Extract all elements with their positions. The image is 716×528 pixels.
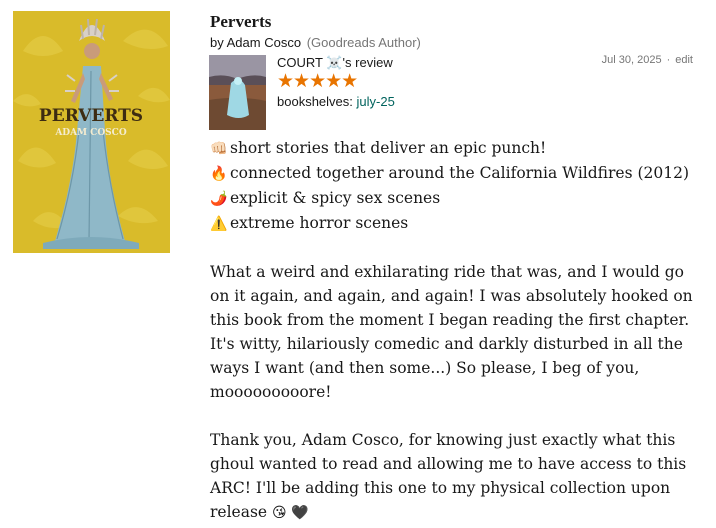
reviewer-name-link[interactable]: COURT ☠️'s review [277,55,393,71]
byline: by Adam Cosco (Goodreads Author) [210,35,421,50]
avatar-image [209,55,266,130]
review-meta: Jul 30, 2025 · edit [602,54,693,66]
author-badge: (Goodreads Author) [306,35,421,50]
highlight-text: explicit & spicy sex scenes [230,189,441,207]
edit-link[interactable]: edit [675,54,693,66]
highlight-text: short stories that deliver an epic punch… [230,139,547,157]
bookshelves-label: bookshelves: [277,94,353,109]
cover-author: ADAM COSCO [54,128,127,138]
highlight-text: connected together around the California… [230,164,690,182]
review-body: 👊🏻 short stories that deliver an epic pun… [210,136,702,525]
review-paragraph-1: What a weird and exhilarating ride that … [210,263,693,401]
book-cover[interactable]: PERVERTS ADAM COSCO [13,11,170,253]
highlight-item: ⚠️ extreme horror scenes [210,211,702,236]
warning-icon: ⚠️ [210,216,228,232]
book-title-link[interactable]: Perverts [210,12,271,32]
by-label: by [210,35,224,50]
author-link[interactable]: Adam Cosco [227,35,301,50]
chili-icon: 🌶️ [210,191,228,207]
highlight-item: 🔥 connected together around the Californi… [210,161,702,186]
review-date-link[interactable]: Jul 30, 2025 [602,54,662,66]
highlight-item: 👊🏻 short stories that deliver an epic pun… [210,136,702,161]
fist-icon: 👊🏻 [210,141,228,157]
cover-title: PERVERTS [39,106,143,126]
highlight-item: 🌶️ explicit & spicy sex scenes [210,186,702,211]
shelf-link-july-25[interactable]: july-25 [357,94,395,109]
fire-icon: 🔥 [210,166,228,182]
review-paragraph-2: Thank you, Adam Cosco, for knowing just … [210,428,702,525]
highlight-text: extreme horror scenes [230,214,409,232]
reviewer-avatar[interactable] [209,55,266,130]
meta-separator: · [666,54,671,66]
kiss-heart-emoji-icon: 😘 🖤 [272,505,309,521]
cover-art: PERVERTS ADAM COSCO [13,18,170,249]
star-rating: ★★★★★ [277,70,358,92]
bookshelves: bookshelves: july-25 [277,94,395,109]
